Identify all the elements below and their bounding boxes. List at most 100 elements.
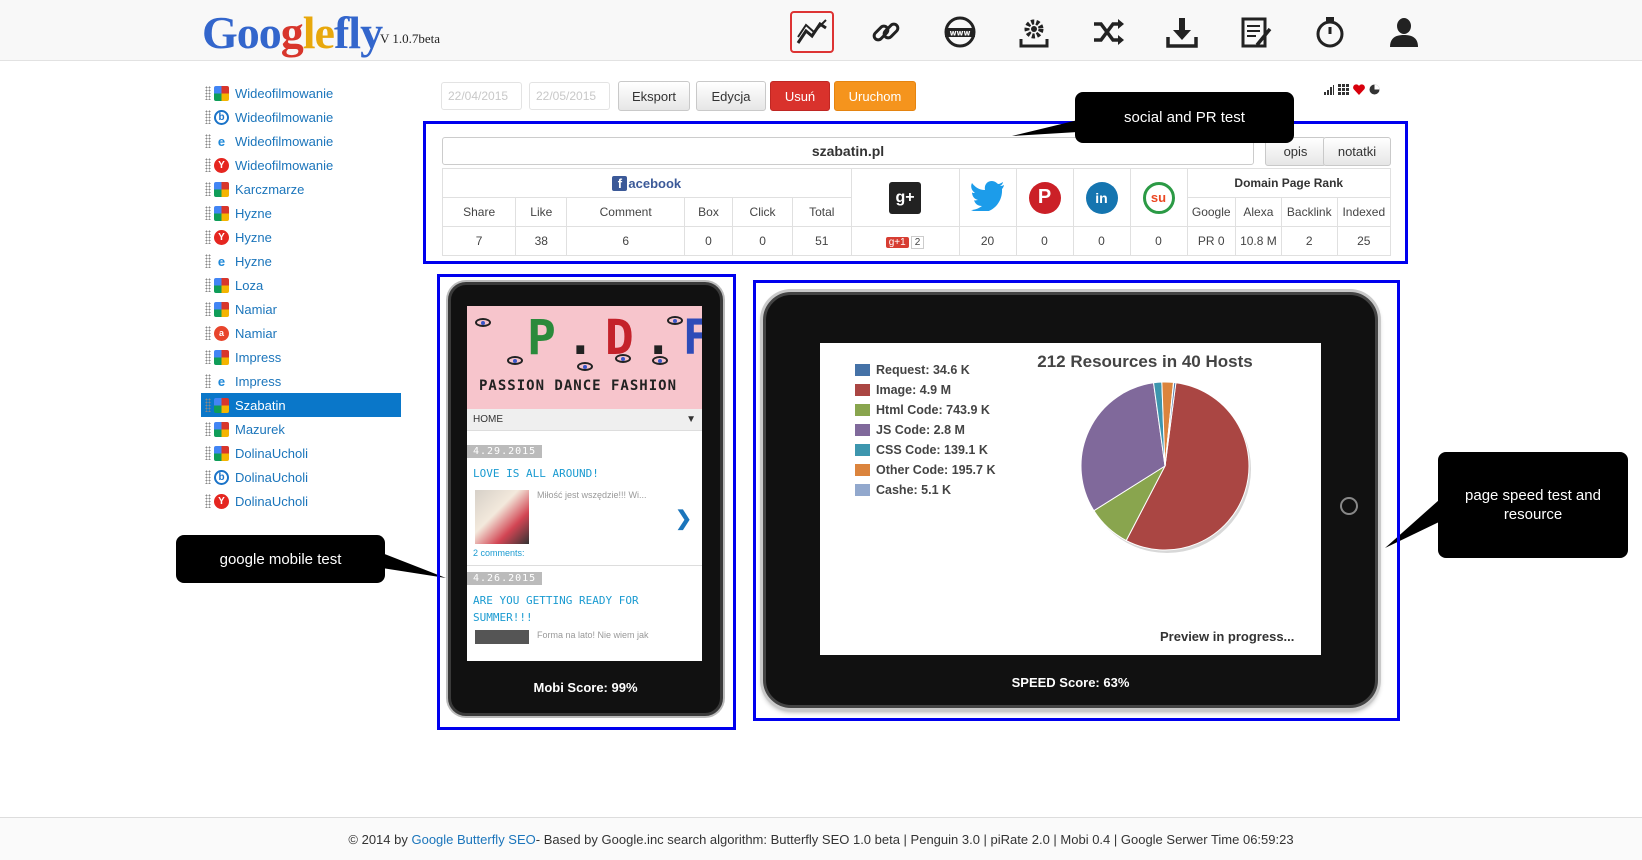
sidebar-item[interactable]: Mazurek — [201, 417, 401, 441]
footer-link[interactable]: Google Butterfly SEO — [411, 832, 535, 847]
callout-speed: page speed test and resource — [1438, 452, 1628, 558]
drag-handle-icon[interactable] — [205, 230, 211, 244]
sidebar-item-label: Hyzne — [235, 229, 272, 245]
www-globe-icon[interactable]: www — [938, 11, 982, 53]
linkedin-cell: in — [1072, 168, 1131, 227]
date-from-input[interactable]: 22/04/2015 — [441, 82, 522, 110]
stopwatch-icon[interactable] — [1308, 11, 1352, 53]
gear-icon[interactable] — [1012, 11, 1056, 53]
sidebar-item-label: Mazurek — [235, 421, 285, 437]
drag-handle-icon[interactable] — [205, 158, 211, 172]
pdf-letter: P — [527, 310, 566, 366]
sidebar-item[interactable]: Hyzne — [201, 201, 401, 225]
grid-icon[interactable] — [1338, 84, 1349, 95]
drag-handle-icon[interactable] — [205, 302, 211, 316]
post-excerpt: Miłość jest wszędzie!!! Wi... ❯ — [475, 490, 696, 544]
chart-title: 212 Resources in 40 Hosts — [1037, 352, 1253, 371]
sidebar-item[interactable]: Namiar — [201, 297, 401, 321]
drag-handle-icon[interactable] — [205, 134, 211, 148]
fb-value: 6 — [566, 226, 685, 256]
link-icon[interactable] — [864, 11, 908, 53]
rank-column-header: Indexed — [1336, 197, 1392, 227]
shuffle-icon[interactable] — [1086, 11, 1130, 53]
sidebar-item[interactable]: Wideofilmowanie — [201, 81, 401, 105]
drag-handle-icon[interactable] — [205, 494, 211, 508]
download-icon[interactable] — [1160, 11, 1204, 53]
callout-social-tail — [1012, 120, 1078, 136]
comments-link[interactable]: 2 comments: — [473, 548, 696, 558]
drag-handle-icon[interactable] — [205, 278, 211, 292]
drag-handle-icon[interactable] — [205, 446, 211, 460]
sidebar-item[interactable]: Y DolinaUcholi — [201, 489, 401, 513]
post-thumbnail — [475, 630, 529, 644]
export-button[interactable]: Eksport — [618, 81, 690, 111]
stumbleupon-value: 0 — [1129, 226, 1188, 256]
drag-handle-icon[interactable] — [205, 254, 211, 268]
pinterest-icon: P — [1028, 181, 1061, 214]
chart-line-icon[interactable] — [790, 11, 834, 53]
drag-handle-icon[interactable] — [205, 374, 211, 388]
yandex-icon: Y — [214, 493, 229, 509]
drag-handle-icon[interactable] — [205, 422, 211, 436]
sidebar-item-label: Wideofilmowanie — [235, 157, 334, 173]
sidebar-item[interactable]: b Wideofilmowanie — [201, 105, 401, 129]
google-icon — [214, 85, 229, 101]
google-plus-count: 2 — [910, 235, 925, 249]
sidebar-item-label: Wideofilmowanie — [235, 109, 334, 125]
signal-bars-icon[interactable] — [1324, 84, 1334, 95]
drag-handle-icon[interactable] — [205, 326, 211, 340]
edit-button[interactable]: Edycja — [696, 81, 766, 111]
facebook-icon: f — [612, 175, 628, 191]
sidebar-item[interactable]: e Impress — [201, 369, 401, 393]
sidebar-item[interactable]: Loza — [201, 273, 401, 297]
drag-handle-icon[interactable] — [205, 86, 211, 100]
social-values-row: 7 38 6 0 0 51 g+1 2 20 0 0 0 PR 0 10.8 M 2 25 — [441, 226, 1392, 256]
twitter-icon — [970, 181, 1004, 213]
drag-handle-icon[interactable] — [205, 398, 211, 412]
notatki-button[interactable]: notatki — [1323, 137, 1391, 166]
chevron-right-icon[interactable]: ❯ — [675, 506, 692, 531]
sidebar-item[interactable]: Y Hyzne — [201, 225, 401, 249]
heart-icon[interactable] — [1353, 84, 1365, 95]
google-plus-one-button[interactable]: g+1 — [885, 236, 909, 248]
callout-social: social and PR test — [1075, 92, 1294, 143]
post-title-link[interactable]: LOVE IS ALL AROUND! — [473, 465, 696, 482]
edit-document-icon[interactable] — [1234, 11, 1278, 53]
drag-handle-icon[interactable] — [205, 182, 211, 196]
sidebar-item[interactable]: e Hyzne — [201, 249, 401, 273]
sidebar-item[interactable]: DolinaUcholi — [201, 441, 401, 465]
sidebar-item[interactable]: Impress — [201, 345, 401, 369]
mobile-preview: P.D.F PASSION DANCE FASHION HOME▼ 4.29.2… — [467, 306, 702, 661]
footer: © 2014 by Google Butterfly SEO - Based b… — [0, 817, 1642, 860]
fb-column-header: Box — [683, 197, 734, 227]
sidebar-item[interactable]: Y Wideofilmowanie — [201, 153, 401, 177]
sidebar-item[interactable]: b DolinaUcholi — [201, 465, 401, 489]
view-toggle-icons — [1324, 84, 1380, 95]
yandex-icon: Y — [214, 229, 229, 245]
drag-handle-icon[interactable] — [205, 110, 211, 124]
delete-button[interactable]: Usuń — [770, 81, 830, 111]
mobile-menu-bar[interactable]: HOME ▼ — [467, 409, 702, 431]
run-button[interactable]: Uruchom — [834, 81, 916, 111]
sidebar-item[interactable]: a Namiar — [201, 321, 401, 345]
drag-handle-icon[interactable] — [205, 206, 211, 220]
sidebar-item[interactable]: Szabatin — [201, 393, 401, 417]
fb-column-header: Like — [515, 197, 568, 227]
user-icon[interactable] — [1382, 11, 1426, 53]
fb-value: 0 — [683, 226, 734, 256]
legend-swatch — [855, 384, 870, 396]
sidebar-item-label: Namiar — [235, 325, 277, 341]
sidebar-item[interactable]: e Wideofilmowanie — [201, 129, 401, 153]
post-title-link[interactable]: ARE YOU GETTING READY FOR SUMMER!!! — [473, 592, 696, 626]
drag-handle-icon[interactable] — [205, 350, 211, 364]
tablet-home-button — [1340, 497, 1358, 515]
pie-icon[interactable] — [1369, 84, 1380, 95]
drag-handle-icon[interactable] — [205, 470, 211, 484]
ie-icon: e — [214, 133, 229, 149]
date-to-input[interactable]: 22/05/2015 — [529, 82, 610, 110]
sidebar-item-label: Wideofilmowanie — [235, 85, 334, 101]
app-logo[interactable]: Googlefly — [202, 8, 383, 58]
sidebar-item[interactable]: Karczmarze — [201, 177, 401, 201]
google-icon — [214, 301, 229, 317]
pinterest-value: 0 — [1015, 226, 1074, 256]
